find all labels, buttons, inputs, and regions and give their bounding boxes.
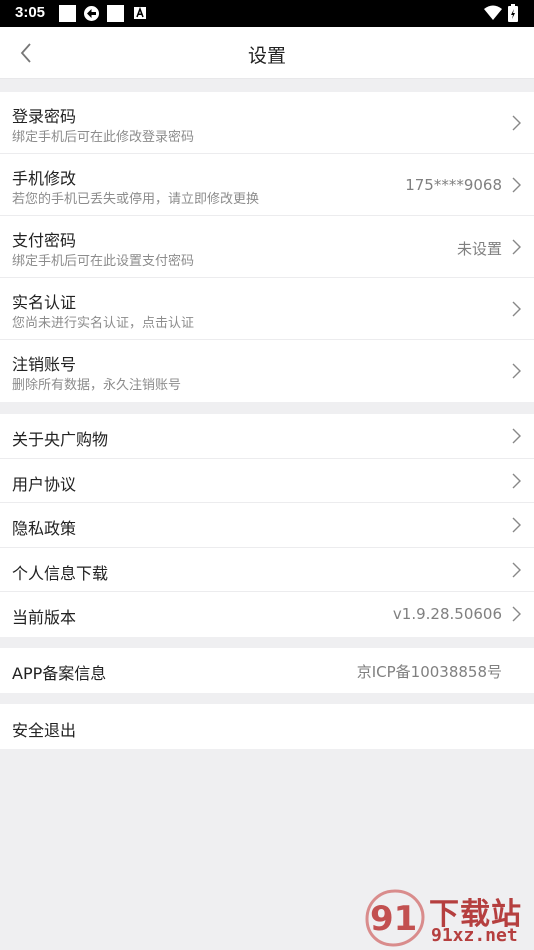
- real-name-verification-item[interactable]: 实名认证 您尚未进行实名认证，点击认证: [0, 278, 534, 340]
- item-title: 用户协议: [12, 474, 77, 494]
- item-title: 注销账号: [12, 355, 77, 374]
- item-subtitle: 您尚未进行实名认证，点击认证: [12, 316, 195, 331]
- app-a-icon: [134, 7, 146, 19]
- watermark-logo-text: 91: [370, 899, 417, 939]
- item-title: 支付密码: [12, 231, 77, 250]
- app-filing-info-item: APP备案信息 京ICP备10038858号: [0, 648, 534, 693]
- item-title: APP备案信息: [12, 664, 107, 683]
- item-title: 实名认证: [12, 293, 77, 312]
- page-title: 设置: [247, 45, 286, 67]
- item-title: 登录密码: [12, 107, 77, 126]
- item-subtitle: 绑定手机后可在此修改登录密码: [12, 130, 195, 145]
- chevron-right-icon: [512, 473, 521, 488]
- privacy-policy-item[interactable]: 隐私政策: [0, 503, 534, 548]
- phone-number-value: 175****9068: [405, 176, 502, 194]
- watermark: 91 下载站 91xz.net: [363, 887, 533, 947]
- filing-group: APP备案信息 京ICP备10038858号: [0, 648, 534, 693]
- notification-square-icon-2: [107, 5, 124, 22]
- sync-icon: [84, 6, 99, 21]
- watermark-logo-icon: 91: [365, 889, 425, 947]
- about-group: 关于央广购物 用户协议 隐私政策 个人信息下载 当前版本 v1.9.28.506…: [0, 414, 534, 637]
- item-title: 隐私政策: [12, 519, 77, 538]
- nav-bar: 设置: [0, 27, 534, 79]
- chevron-right-icon: [512, 301, 521, 317]
- chevron-right-icon: [512, 363, 521, 379]
- login-password-item[interactable]: 登录密码 绑定手机后可在此修改登录密码: [0, 92, 534, 154]
- item-title: 手机修改: [12, 169, 77, 188]
- logout-group: 安全退出: [0, 704, 534, 749]
- chevron-right-icon: [512, 428, 521, 444]
- account-settings-group: 登录密码 绑定手机后可在此修改登录密码 手机修改 若您的手机已丢失或停用，请立即…: [0, 92, 534, 402]
- payment-password-status: 未设置: [456, 240, 502, 258]
- item-subtitle: 若您的手机已丢失或停用，请立即修改更换: [12, 192, 260, 207]
- battery-icon: [508, 4, 518, 22]
- item-title: 关于央广购物: [12, 430, 109, 449]
- chevron-right-icon: [512, 517, 521, 533]
- notification-square-icon: [59, 5, 76, 22]
- item-title: 当前版本: [12, 608, 77, 627]
- phone-change-item[interactable]: 手机修改 若您的手机已丢失或停用，请立即修改更换 175****9068: [0, 154, 534, 216]
- watermark-url: 91xz.net: [431, 925, 518, 946]
- personal-info-download-item[interactable]: 个人信息下载: [0, 548, 534, 592]
- about-app-item[interactable]: 关于央广购物: [0, 414, 534, 459]
- current-version-item[interactable]: 当前版本 v1.9.28.50606: [0, 592, 534, 637]
- item-subtitle: 删除所有数据，永久注销账号: [12, 378, 182, 393]
- status-bar: 3:05: [0, 0, 534, 27]
- chevron-right-icon: [512, 239, 521, 255]
- item-subtitle: 绑定手机后可在此设置支付密码: [12, 254, 195, 269]
- logout-button[interactable]: 安全退出: [0, 704, 534, 749]
- item-title: 个人信息下载: [12, 563, 109, 583]
- chevron-right-icon: [512, 177, 521, 193]
- logout-label: 安全退出: [12, 721, 77, 740]
- wifi-icon: [484, 5, 502, 20]
- chevron-right-icon: [512, 606, 521, 622]
- icp-number-value: 京ICP备10038858号: [356, 663, 502, 681]
- version-value: v1.9.28.50606: [392, 605, 502, 623]
- chevron-right-icon: [512, 562, 521, 577]
- delete-account-item[interactable]: 注销账号 删除所有数据，永久注销账号: [0, 340, 534, 402]
- payment-password-item[interactable]: 支付密码 绑定手机后可在此设置支付密码 未设置: [0, 216, 534, 278]
- status-time: 3:05: [15, 4, 46, 21]
- chevron-right-icon: [512, 115, 521, 131]
- user-agreement-item[interactable]: 用户协议: [0, 459, 534, 503]
